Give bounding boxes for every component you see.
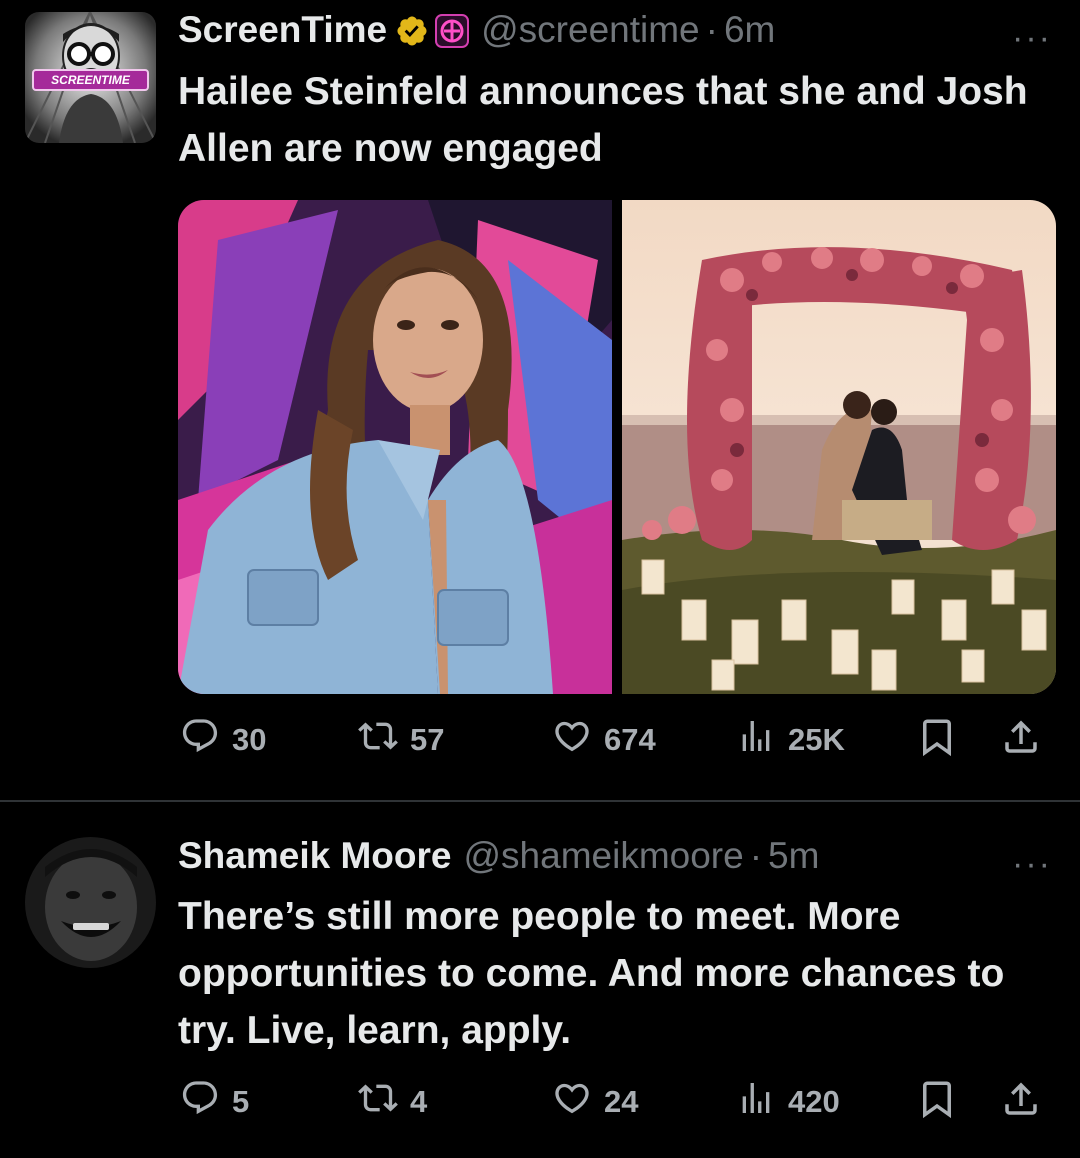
avatar-label: SCREENTIME bbox=[51, 73, 130, 87]
bookmark-icon bbox=[916, 716, 958, 766]
action-bar: 30 57 674 25K bbox=[178, 716, 1048, 766]
views-count: 25K bbox=[788, 722, 845, 757]
separator-dot: · bbox=[749, 835, 763, 876]
views-icon bbox=[736, 716, 788, 764]
verified-badge-icon bbox=[395, 14, 429, 58]
author-name[interactable]: Shameik Moore bbox=[178, 834, 451, 878]
bookmark-button[interactable] bbox=[916, 716, 958, 766]
repost-count: 57 bbox=[410, 722, 445, 757]
timestamp[interactable]: 6m bbox=[724, 8, 775, 52]
share-button[interactable] bbox=[1000, 716, 1042, 766]
share-button[interactable] bbox=[1000, 1078, 1042, 1128]
author-name[interactable]: ScreenTime bbox=[178, 8, 387, 52]
repost-button[interactable]: 4 bbox=[358, 1078, 427, 1126]
reply-icon bbox=[180, 1078, 232, 1126]
reply-icon bbox=[180, 716, 232, 764]
separator-dot: · bbox=[705, 9, 718, 50]
bookmark-icon bbox=[916, 1078, 958, 1128]
reply-count: 30 bbox=[232, 722, 267, 757]
tweet-media[interactable] bbox=[178, 200, 1056, 694]
like-icon bbox=[552, 716, 604, 764]
views-button[interactable]: 25K bbox=[736, 716, 845, 764]
action-bar: 5 4 24 420 bbox=[178, 1078, 1048, 1128]
views-button[interactable]: 420 bbox=[736, 1078, 840, 1126]
media-photo-portrait[interactable] bbox=[178, 200, 612, 694]
media-photo-proposal[interactable] bbox=[622, 200, 1056, 694]
like-button[interactable]: 674 bbox=[552, 716, 656, 764]
tweet-text: Hailee Steinfeld announces that she and … bbox=[178, 70, 1028, 170]
reply-count: 5 bbox=[232, 1084, 250, 1119]
affiliate-badge-icon[interactable] bbox=[435, 14, 470, 58]
views-count: 420 bbox=[788, 1084, 840, 1119]
tweet-header: Shameik Moore @shameikmoore · 5m bbox=[178, 834, 819, 878]
share-icon bbox=[1000, 716, 1042, 766]
author-handle[interactable]: @screentime bbox=[481, 8, 700, 52]
views-icon bbox=[736, 1078, 788, 1126]
repost-icon bbox=[358, 1078, 410, 1126]
like-count: 674 bbox=[604, 722, 656, 757]
avatar[interactable]: SCREENTIME bbox=[25, 12, 156, 143]
more-icon[interactable]: ··· bbox=[1012, 847, 1052, 881]
reply-button[interactable]: 5 bbox=[180, 1078, 249, 1126]
tweet[interactable]: SCREENTIME ScreenTime @screentime · 6m ·… bbox=[0, 0, 1080, 800]
tweet-header: ScreenTime @screentime · 6m bbox=[178, 8, 775, 52]
like-button[interactable]: 24 bbox=[552, 1078, 638, 1126]
reply-button[interactable]: 30 bbox=[180, 716, 266, 764]
repost-icon bbox=[358, 716, 410, 764]
like-icon bbox=[552, 1078, 604, 1126]
bookmark-button[interactable] bbox=[916, 1078, 958, 1128]
repost-count: 4 bbox=[410, 1084, 428, 1119]
timestamp[interactable]: 5m bbox=[768, 834, 819, 878]
avatar[interactable] bbox=[25, 837, 156, 968]
share-icon bbox=[1000, 1078, 1042, 1128]
more-icon[interactable]: ··· bbox=[1012, 21, 1052, 55]
tweet-reply[interactable]: Shameik Moore @shameikmoore · 5m ··· The… bbox=[0, 802, 1080, 1158]
tweet-text: There’s still more people to meet. More … bbox=[178, 895, 1005, 1052]
like-count: 24 bbox=[604, 1084, 639, 1119]
repost-button[interactable]: 57 bbox=[358, 716, 444, 764]
author-handle[interactable]: @shameikmoore bbox=[463, 834, 743, 878]
